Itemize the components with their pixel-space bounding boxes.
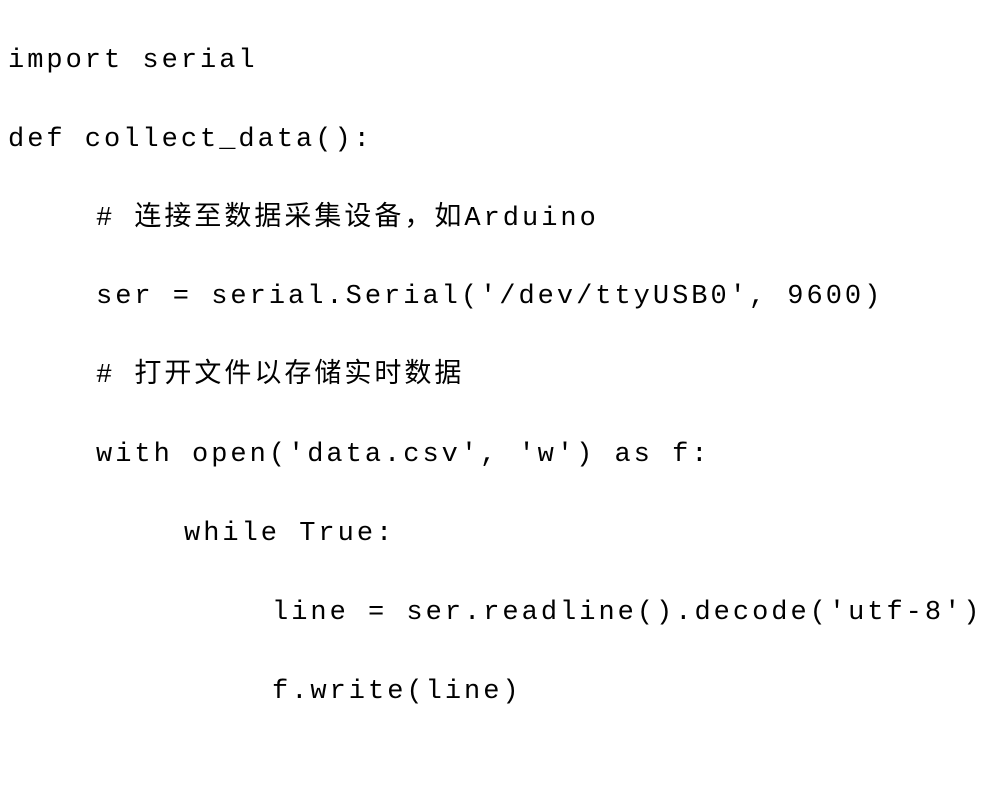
code-line: # 打开文件以存储实时数据	[8, 337, 992, 416]
code-line: while True:	[8, 495, 992, 574]
code-line: # 连接至数据采集设备，如Arduino	[8, 180, 992, 259]
code-block: import serial def collect_data(): # 连接至数…	[8, 22, 992, 731]
code-line: def collect_data():	[8, 101, 992, 180]
code-line: import serial	[8, 22, 992, 101]
code-line: ser = serial.Serial('/dev/ttyUSB0', 9600…	[8, 258, 992, 337]
code-line: f.write(line)	[8, 653, 992, 732]
code-line: with open('data.csv', 'w') as f:	[8, 416, 992, 495]
code-line: line = ser.readline().decode('utf-8')	[8, 574, 992, 653]
